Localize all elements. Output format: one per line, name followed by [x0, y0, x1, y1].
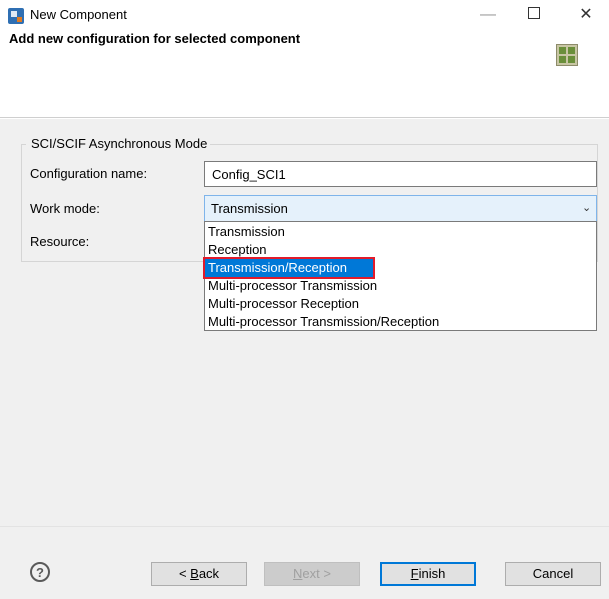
- maximize-button[interactable]: [511, 0, 557, 30]
- close-button[interactable]: ✕: [563, 0, 609, 30]
- help-icon[interactable]: ?: [30, 562, 50, 582]
- dropdown-option-transmission-reception[interactable]: Transmission/Reception: [203, 257, 375, 279]
- finish-label-rest: inish: [418, 566, 446, 581]
- work-mode-value: Transmission: [211, 201, 288, 216]
- group-label: SCI/SCIF Asynchronous Mode: [28, 136, 211, 151]
- maximize-icon: [528, 7, 540, 20]
- work-mode-select[interactable]: Transmission ⌄: [204, 195, 597, 222]
- next-mnemonic: N: [293, 566, 303, 581]
- group-border: [21, 144, 26, 145]
- component-grid-icon: [556, 44, 578, 66]
- back-button[interactable]: < Back: [151, 562, 247, 586]
- work-mode-label: Work mode:: [30, 201, 100, 216]
- cancel-button[interactable]: Cancel: [505, 562, 601, 586]
- group-border: [187, 144, 598, 145]
- minimize-button[interactable]: —: [465, 0, 511, 30]
- page-title: Add new configuration for selected compo…: [9, 31, 301, 46]
- finish-mnemonic: F: [410, 566, 419, 581]
- back-mnemonic: B: [190, 566, 199, 581]
- configuration-name-input[interactable]: [204, 161, 597, 187]
- dropdown-option-mp-transmission-reception[interactable]: Multi-processor Transmission/Reception: [205, 313, 596, 331]
- next-label-rest: ext >: [302, 566, 331, 581]
- app-icon: [8, 8, 24, 24]
- back-prefix: <: [178, 566, 191, 581]
- finish-button[interactable]: Finish: [380, 562, 476, 586]
- dropdown-option-mp-transmission[interactable]: Multi-processor Transmission: [205, 277, 596, 295]
- work-mode-dropdown-list: Transmission Reception Transmission/Rece…: [203, 221, 597, 331]
- resource-label: Resource:: [30, 234, 90, 249]
- window-title: New Component: [30, 7, 127, 22]
- back-label-rest: ack: [198, 566, 220, 581]
- dropdown-option-mp-reception[interactable]: Multi-processor Reception: [205, 295, 596, 313]
- dropdown-option-reception[interactable]: Reception: [205, 241, 596, 259]
- configuration-name-label: Configuration name:: [30, 166, 148, 181]
- chevron-down-icon: ⌄: [582, 202, 592, 214]
- dropdown-option-transmission[interactable]: Transmission: [205, 223, 596, 241]
- next-button[interactable]: Next >: [264, 562, 360, 586]
